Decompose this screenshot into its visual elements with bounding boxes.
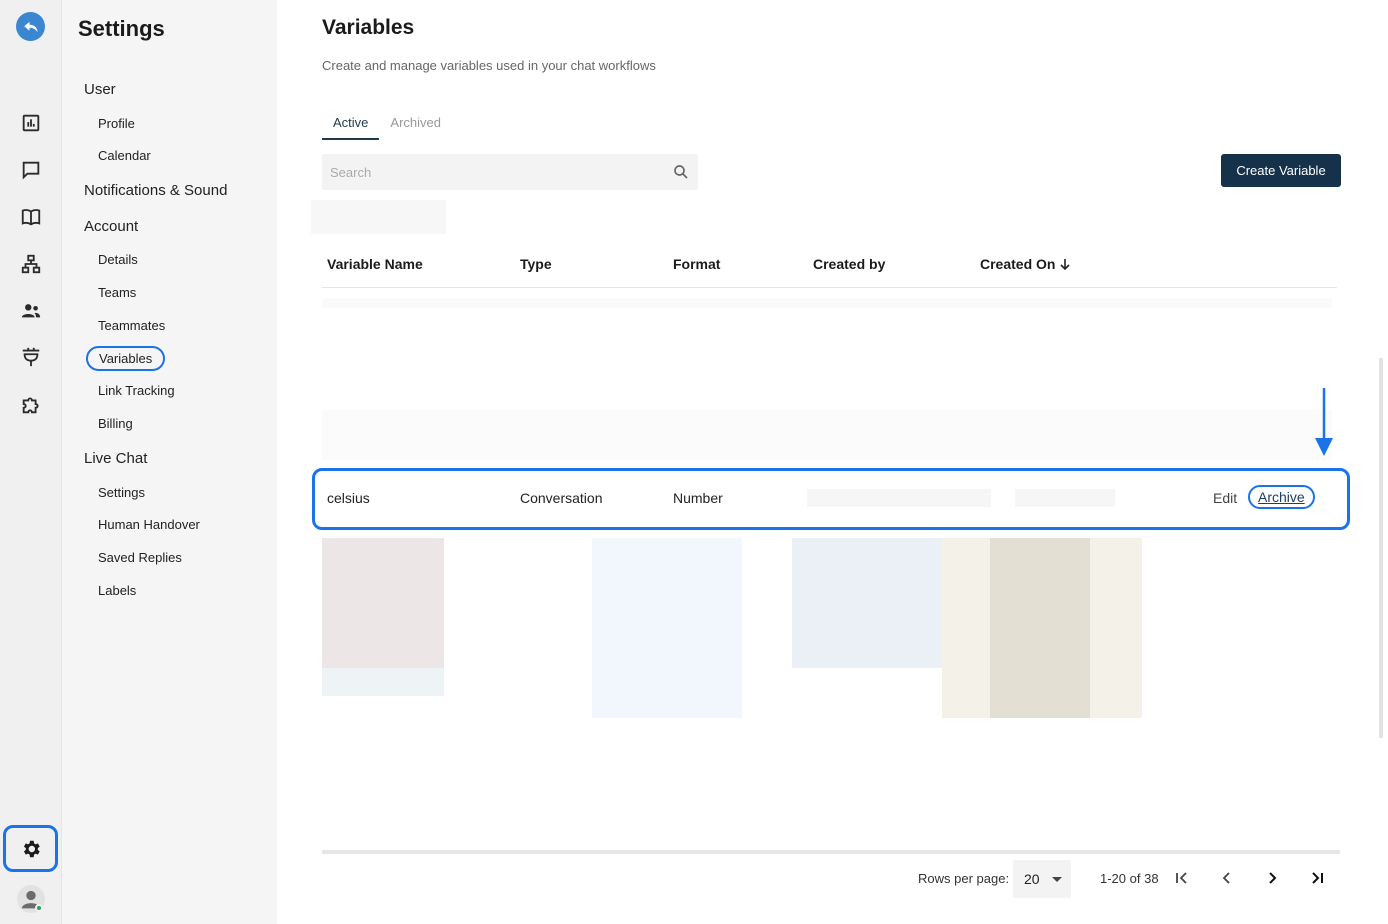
nav-section-live-chat[interactable]: Live Chat	[84, 450, 147, 467]
column-format[interactable]: Format	[673, 256, 720, 272]
table-scrollbar[interactable]	[1379, 358, 1383, 738]
redacted-created-on	[1015, 489, 1115, 507]
nav-item-calendar[interactable]: Calendar	[98, 148, 151, 163]
nav-item-link-tracking[interactable]: Link Tracking	[98, 383, 175, 398]
icon-rail	[0, 0, 62, 924]
create-variable-button[interactable]: Create Variable	[1221, 154, 1341, 187]
next-page-icon[interactable]	[1262, 868, 1282, 888]
contacts-icon[interactable]	[15, 295, 47, 327]
chat-icon[interactable]	[15, 154, 47, 186]
nav-item-chat-settings[interactable]: Settings	[98, 485, 145, 500]
row-content: celsius Conversation Number Edit Archive	[315, 471, 1347, 527]
nav-item-labels[interactable]: Labels	[98, 583, 136, 598]
search-input[interactable]	[330, 164, 672, 180]
back-icon[interactable]	[16, 12, 45, 41]
avatar-icon[interactable]	[17, 885, 45, 913]
column-type[interactable]: Type	[520, 256, 552, 272]
search-icon[interactable]	[672, 163, 690, 181]
redacted-block	[592, 538, 742, 718]
page-subtitle: Create and manage variables used in your…	[322, 58, 656, 73]
redacted-block	[322, 668, 444, 696]
page-title: Variables	[322, 16, 415, 39]
redacted-block	[990, 538, 1090, 718]
archive-link[interactable]: Archive	[1248, 485, 1315, 509]
nav-item-teammates[interactable]: Teammates	[98, 318, 165, 333]
pagination: Rows per page: 20 1-20 of 38	[918, 860, 1338, 898]
rows-per-page-label: Rows per page:	[918, 871, 1010, 886]
redacted-block	[792, 538, 942, 668]
rows-per-page-value: 20	[1024, 871, 1040, 887]
table-header: Variable Name Type Format Created by Cre…	[322, 238, 1337, 288]
redacted-created-by	[807, 489, 991, 507]
settings-sidebar: Settings User Profile Calendar Notificat…	[62, 0, 277, 924]
tab-active[interactable]: Active	[322, 112, 380, 140]
nav-item-profile[interactable]: Profile	[98, 116, 135, 131]
column-variable-name[interactable]: Variable Name	[327, 256, 423, 272]
nav-item-teams[interactable]: Teams	[98, 285, 136, 300]
table-row[interactable]: celsius Conversation Number Edit Archive	[312, 468, 1350, 530]
last-page-icon[interactable]	[1307, 868, 1327, 888]
integrations-icon[interactable]	[15, 341, 47, 373]
cell-variable-name: celsius	[327, 490, 370, 506]
edit-link[interactable]: Edit	[1213, 490, 1237, 506]
nav-item-variables[interactable]: Variables	[86, 346, 166, 371]
tab-archived[interactable]: Archived	[379, 112, 452, 140]
column-created-on-label: Created On	[980, 256, 1056, 272]
nav-item-saved-replies[interactable]: Saved Replies	[98, 550, 182, 565]
cell-type: Conversation	[520, 490, 603, 506]
column-created-on[interactable]: Created On	[980, 256, 1071, 272]
previous-page-icon[interactable]	[1217, 868, 1237, 888]
settings-title: Settings	[78, 16, 165, 41]
gear-icon[interactable]	[3, 825, 58, 872]
rows-per-page-select[interactable]: 20	[1013, 860, 1071, 898]
redacted-block	[311, 200, 446, 234]
table-horizontal-scrollbar[interactable]	[322, 850, 1340, 854]
redacted-block	[322, 298, 1332, 308]
nav-section-user[interactable]: User	[84, 81, 116, 98]
nav-item-details[interactable]: Details	[98, 252, 138, 267]
variable-tabs: Active Archived	[322, 112, 452, 140]
book-icon[interactable]	[15, 201, 47, 233]
sitemap-icon[interactable]	[15, 248, 47, 280]
puzzle-icon[interactable]	[15, 389, 47, 421]
sort-down-arrow-icon	[1060, 259, 1071, 271]
variables-table: Variable Name Type Format Created by Cre…	[312, 238, 1383, 854]
column-created-by[interactable]: Created by	[813, 256, 885, 272]
nav-item-billing[interactable]: Billing	[98, 416, 133, 431]
first-page-icon[interactable]	[1172, 868, 1192, 888]
online-status-dot	[35, 904, 43, 912]
analytics-icon[interactable]	[15, 107, 47, 139]
nav-section-account[interactable]: Account	[84, 218, 138, 235]
search-box	[322, 154, 698, 190]
annotation-arrow-icon	[1312, 386, 1336, 463]
redacted-block	[322, 538, 444, 668]
redacted-block	[322, 410, 1332, 460]
caret-down-icon	[1052, 877, 1062, 882]
nav-section-notifications[interactable]: Notifications & Sound	[84, 182, 227, 199]
main-content: Variables Create and manage variables us…	[277, 0, 1388, 924]
nav-item-human-handover[interactable]: Human Handover	[98, 517, 200, 532]
page-range: 1-20 of 38	[1100, 871, 1159, 886]
cell-format: Number	[673, 490, 723, 506]
